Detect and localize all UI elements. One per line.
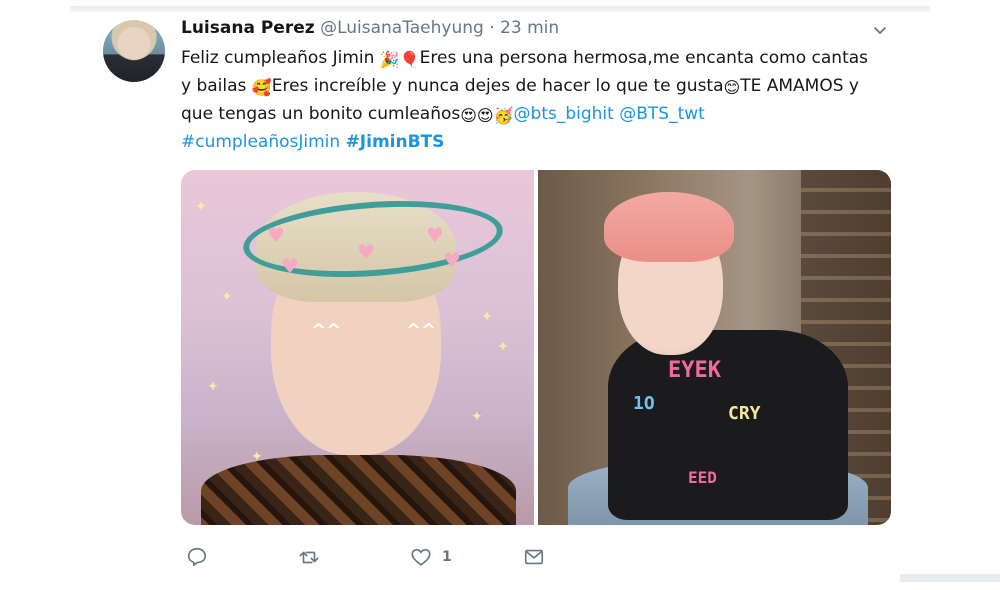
direct-message-button[interactable]: [523, 542, 545, 572]
tweet-line-3: que tengas un bonito cumleaños😍😍🥳@bts_bi…: [181, 100, 901, 128]
tweet-line-2: y bailas 🥰Eres increíble y nunca dejes d…: [181, 72, 901, 100]
heart-eyes-emoji: 😍: [460, 106, 477, 125]
sweater-graffiti: EED: [688, 468, 717, 487]
sparkle-icon: ✦: [497, 339, 509, 355]
sparkle-icon: ✦: [221, 289, 233, 305]
heart-sticker-icon: ♥: [443, 248, 461, 272]
bottom-divider: [900, 574, 1000, 582]
tweet-line-4: #cumpleañosJimin #JiminBTS: [181, 128, 901, 156]
tweet-text-segment: TE AMAMOS y: [740, 76, 859, 96]
retweet-icon: [299, 551, 319, 564]
heart-sticker-icon: ♥: [281, 254, 299, 278]
blush-sticker-icon: ^^: [311, 320, 342, 341]
smiling-hearts-emoji: 🥰: [251, 78, 272, 97]
reply-button[interactable]: [186, 542, 208, 572]
hashtag-link-jiminbts[interactable]: #JiminBTS: [346, 132, 445, 152]
tweet-timestamp[interactable]: 23 min: [500, 18, 559, 38]
heart-icon: [411, 548, 431, 566]
tweet-text-segment: Feliz cumpleaños Jimin: [181, 48, 380, 68]
heart-sticker-icon: ♥: [426, 223, 444, 247]
blush-sticker-icon: ^^: [406, 320, 437, 341]
retweet-button[interactable]: [298, 542, 320, 572]
hashtag-link-cumpleanosjimin[interactable]: #cumpleañosJimin: [181, 132, 340, 152]
like-button[interactable]: 1: [410, 542, 452, 572]
author-avatar[interactable]: [103, 20, 165, 82]
tweet-text-segment: Eres una persona hermosa,me encanta como…: [419, 48, 869, 68]
sparkle-icon: ✦: [481, 309, 493, 325]
heart-sticker-icon: ♥: [357, 240, 375, 264]
tweet-text: Feliz cumpleaños Jimin 🎉🎈Eres una person…: [181, 44, 901, 156]
author-handle[interactable]: @LuisanaTaehyung: [320, 18, 484, 38]
reply-icon: [187, 547, 207, 567]
header-separator: ·: [489, 18, 495, 38]
sparkle-icon: ✦: [471, 409, 483, 425]
party-popper-emoji: 🎉: [379, 50, 400, 69]
sweater-graffiti: EYEK: [668, 358, 721, 383]
sparkle-icon: ✦: [207, 379, 219, 395]
sweater-graffiti: CRY: [728, 403, 761, 424]
heart-eyes-emoji: 😍: [476, 106, 494, 125]
heart-sticker-icon: ♥: [267, 223, 285, 247]
top-divider: [70, 6, 930, 12]
mention-link-bts-bighit[interactable]: @bts_bighit: [514, 104, 614, 124]
tweet-text-segment: que tengas un bonito cumleaños: [181, 104, 461, 124]
tweet-media: ♥ ♥ ♥ ♥ ♥ ^^ ^^ ✦ ✦ ✦ ✦ ✦ ✦ ✦ EYEK 1O CR…: [181, 170, 891, 525]
photo-hair: [604, 192, 734, 262]
chevron-down-icon[interactable]: [872, 22, 888, 38]
tweet-line-1: Feliz cumpleaños Jimin 🎉🎈Eres una person…: [181, 44, 901, 72]
tweet-header: Luisana Perez @LuisanaTaehyung · 23 min: [181, 15, 559, 41]
mention-link-bts-twt[interactable]: @BTS_twt: [619, 104, 705, 124]
tweet-text-segment: y bailas: [181, 76, 252, 96]
tweet-photo-right[interactable]: EYEK 1O CRY EED: [538, 170, 891, 525]
envelope-icon: [524, 549, 544, 565]
photo-sweater: [608, 330, 848, 520]
sparkle-icon: ✦: [195, 199, 207, 215]
like-count: 1: [442, 549, 452, 565]
sparkle-icon: ✦: [251, 449, 263, 465]
balloon-emoji: 🎈: [399, 50, 420, 69]
partying-face-emoji: 🥳: [493, 106, 514, 125]
tweet-text-segment: Eres increíble y nunca dejes de hacer lo…: [271, 76, 724, 96]
author-name[interactable]: Luisana Perez: [181, 18, 315, 38]
sweater-graffiti: 1O: [633, 393, 655, 414]
photo-jacket: [201, 455, 516, 525]
smiling-face-emoji: 😊: [723, 78, 741, 97]
tweet-photo-left[interactable]: ♥ ♥ ♥ ♥ ♥ ^^ ^^ ✦ ✦ ✦ ✦ ✦ ✦ ✦: [181, 170, 534, 525]
